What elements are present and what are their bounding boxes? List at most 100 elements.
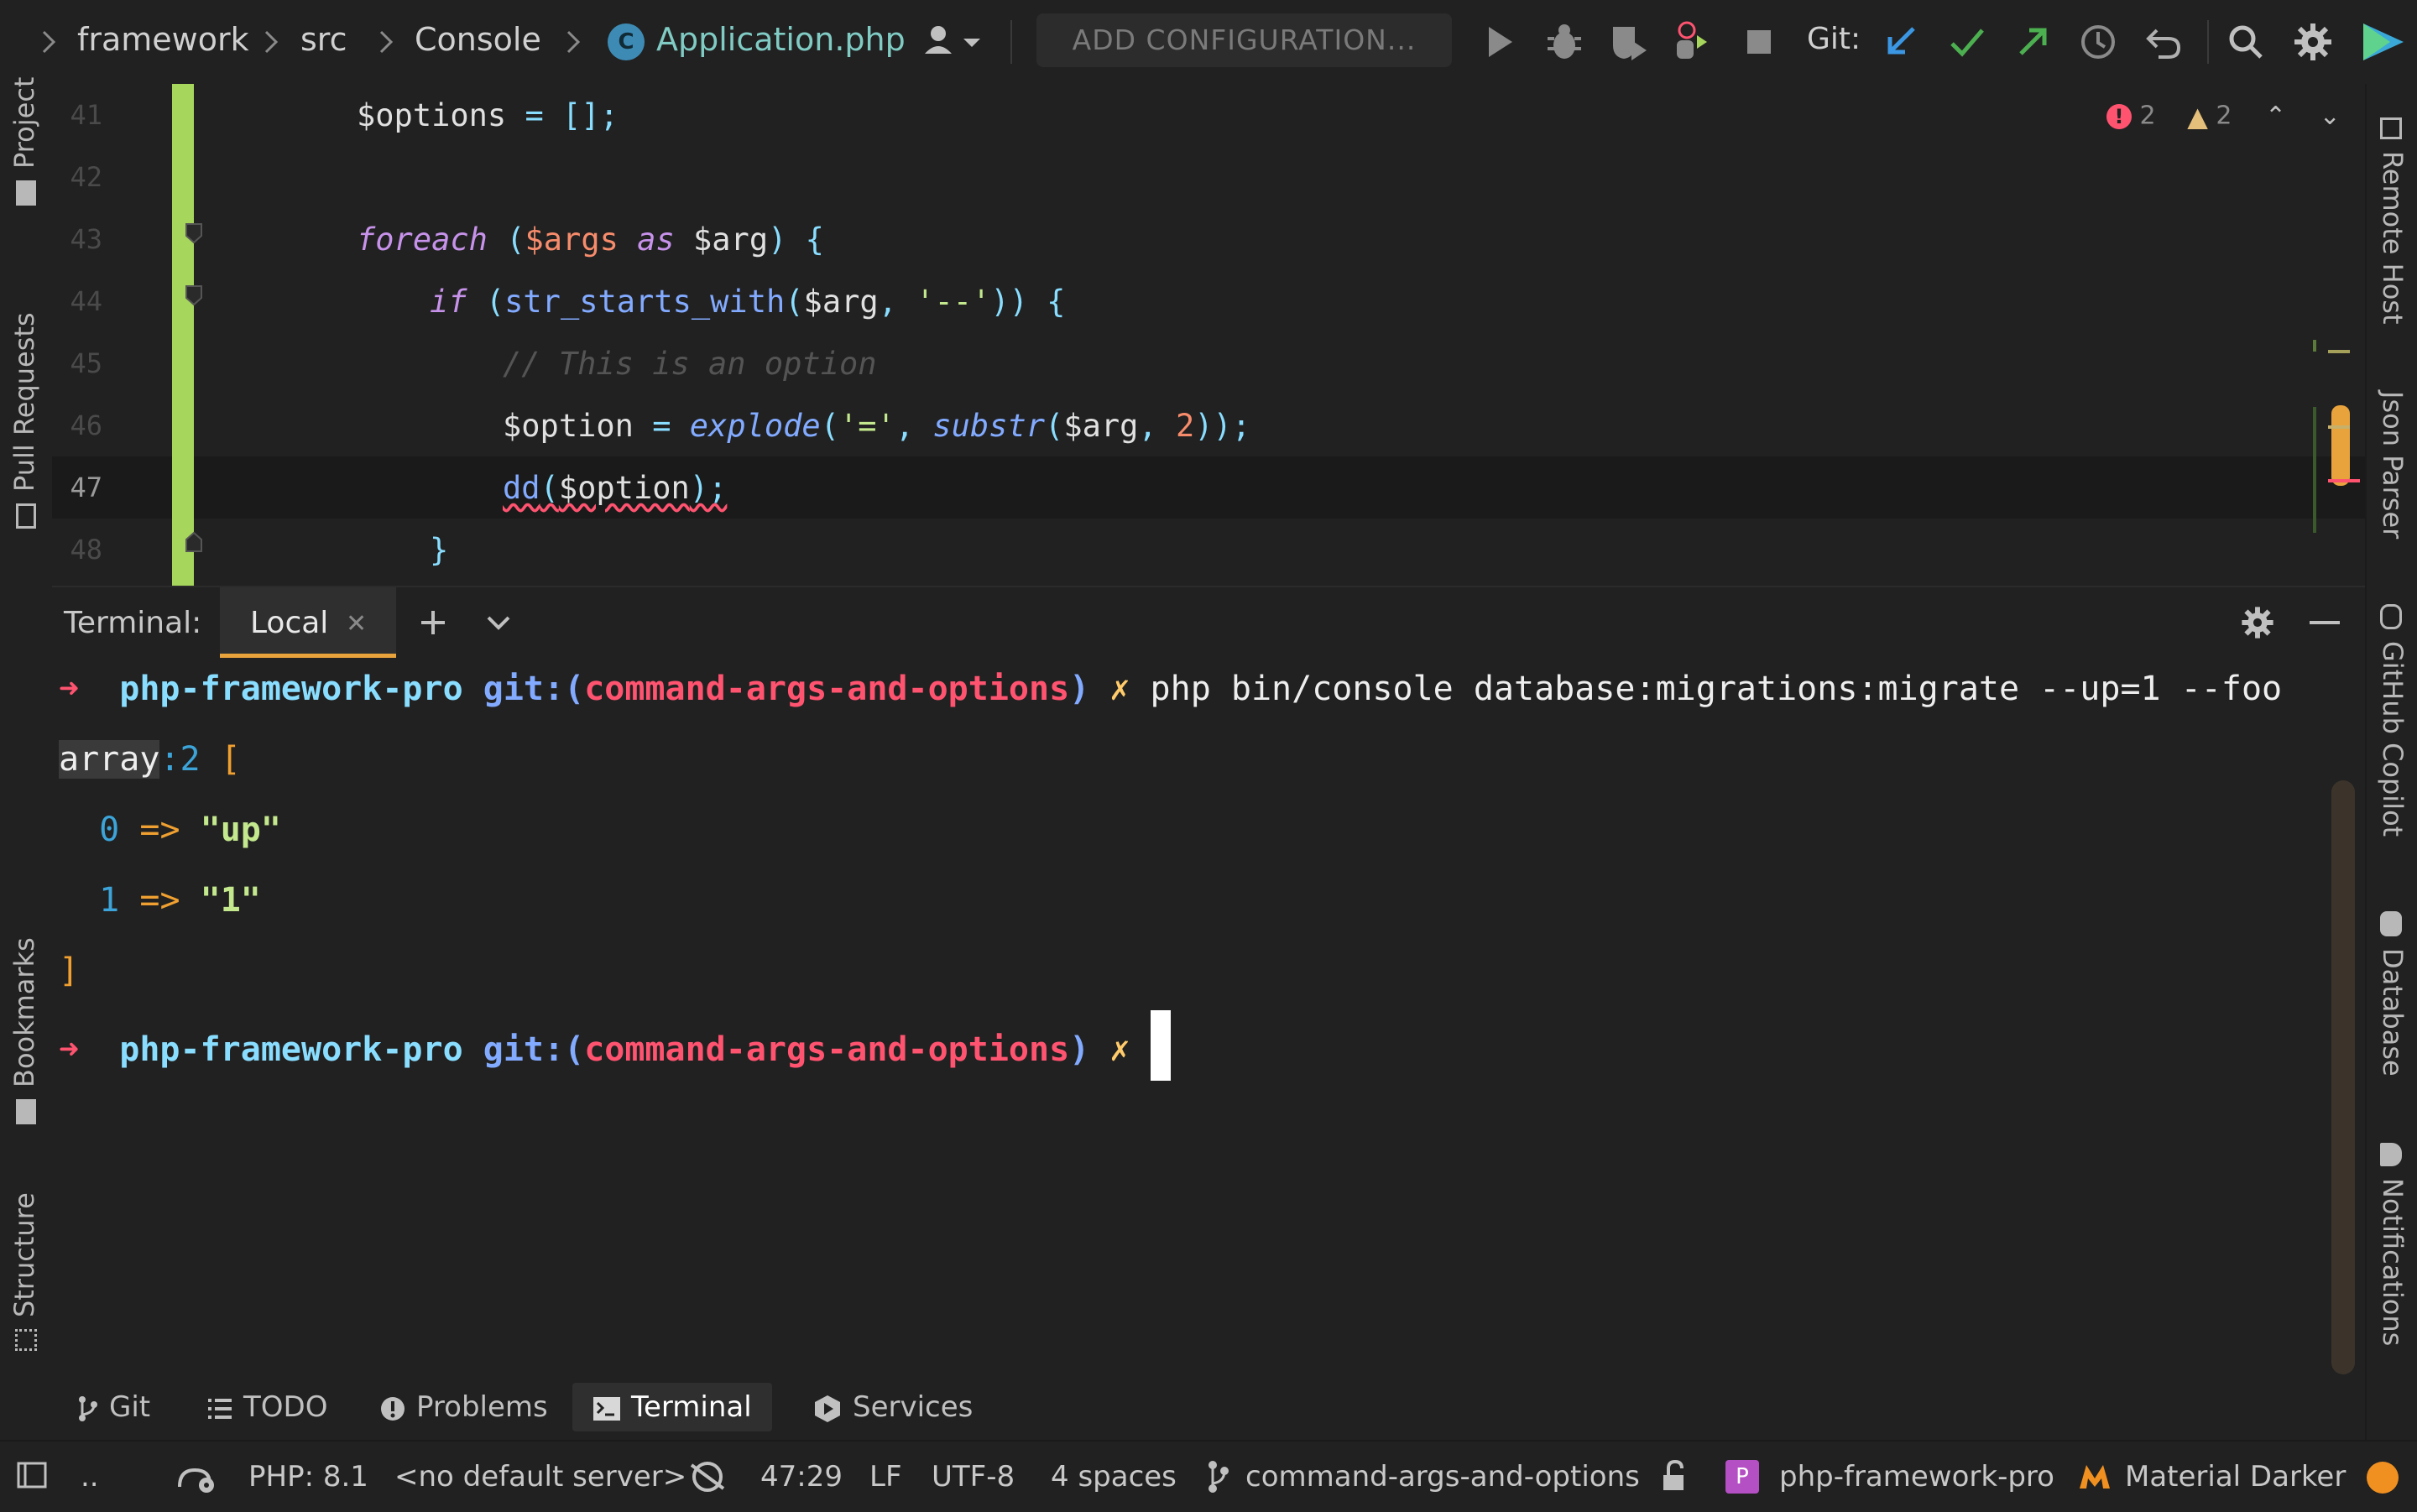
editor-scroll-markers[interactable] [2310,331,2360,541]
terminal-scrollbar[interactable] [2331,780,2355,1374]
rollback-icon[interactable] [2142,20,2185,64]
tool-tab-database[interactable]: Database [2377,911,2409,1077]
code-line: 48 } [52,519,2365,581]
fold-icon[interactable] [185,284,203,306]
tool-tab-git[interactable]: Git [76,1383,150,1431]
status-indent[interactable]: 4 spaces [1051,1460,1177,1494]
status-encoding[interactable]: UTF-8 [932,1460,1015,1494]
status-ellipsis[interactable]: .. [81,1460,99,1494]
chevron-down-icon[interactable]: ⌄ [2320,102,2341,131]
vcs-change-marker[interactable] [172,84,194,586]
tool-tab-label: Project [8,76,40,169]
structure-icon [15,1329,37,1351]
debug-icon[interactable] [1543,20,1586,64]
tool-tab-remote-host[interactable]: Remote Host [2377,117,2409,325]
dump-bracket: ] [59,952,80,990]
fold-icon[interactable] [185,222,203,244]
user-dropdown-icon[interactable] [920,20,987,64]
git-update-icon[interactable] [1880,20,1924,64]
tool-tab-label: Services [853,1390,974,1424]
status-theme[interactable]: Material Darker [2125,1460,2346,1494]
dump-value: "up" [200,811,281,849]
chevron-down-icon[interactable] [482,606,515,639]
git-push-icon[interactable] [2011,20,2054,64]
tool-tab-pull-requests[interactable]: Pull Requests [8,312,40,529]
breadcrumb-framework[interactable]: framework [77,21,249,58]
status-php-version[interactable]: PHP: 8.1 [248,1460,368,1494]
services-icon [815,1395,840,1422]
line-number: 46 [70,409,102,441]
navigation-bar: framework src Console C Application.php … [0,0,2417,86]
fold-icon[interactable] [185,531,203,553]
chevron-right-icon [566,30,581,54]
prompt-directory: php-framework-pro [119,670,463,708]
status-cursor-position[interactable]: 47:29 [760,1460,843,1494]
line-number: 47 [70,472,102,503]
terminal-header: Terminal: Local ✕ [52,586,2365,660]
history-icon[interactable] [2076,20,2120,64]
minimize-icon[interactable] [2306,606,2343,639]
code-line-current: 47 dd($option); [52,456,2365,519]
project-badge: P [1725,1460,1759,1494]
tool-tab-problems[interactable]: Problems [379,1383,548,1431]
terminal-output[interactable]: ➜ php-framework-pro git:(command-args-an… [52,658,2318,1371]
git-branch-icon [79,1395,97,1421]
status-server[interactable]: <no default server> [394,1460,686,1494]
tool-tab-bookmarks[interactable]: Bookmarks [8,937,40,1124]
line-number: 45 [70,347,102,379]
settings-gear-icon[interactable] [2239,604,2276,641]
dump-arrow: => [139,881,180,920]
code-line: 42 [52,146,2365,208]
breadcrumb-file[interactable]: Application.php [656,21,906,58]
profile-icon[interactable] [1670,20,1714,64]
php-class-icon: C [608,23,645,60]
settings-gear-icon[interactable] [2291,20,2335,64]
terminal-command: php bin/console database:migrations:migr… [1150,670,2283,708]
prompt-directory: php-framework-pro [119,1030,463,1069]
terminal-tab-local[interactable]: Local ✕ [220,587,396,658]
add-configuration-button[interactable]: ADD CONFIGURATION... [1036,13,1452,67]
status-project[interactable]: php-framework-pro [1779,1460,2054,1494]
bottom-tool-tabs: Git TODO Problems Terminal Services [52,1376,2365,1440]
no-remote-icon[interactable] [686,1458,728,1495]
git-commit-icon[interactable] [1945,20,1989,64]
line-number: 48 [70,534,102,566]
status-git-branch[interactable]: command-args-and-options [1245,1460,1640,1494]
chevron-up-icon[interactable]: ⌃ [2265,102,2286,131]
tool-tab-project[interactable]: Project [8,77,40,206]
run-icon[interactable] [1477,20,1521,64]
code-with-me-icon[interactable] [2357,20,2410,64]
stop-icon[interactable] [1737,20,1781,64]
error-icon: ! [2106,104,2132,129]
tool-tab-structure[interactable]: Structure [8,1192,40,1351]
database-icon [2380,911,2402,936]
tool-tab-json-parser[interactable]: Json Parser [2377,391,2409,539]
prompt-arrow: ➜ [59,1030,80,1069]
tool-tab-notifications[interactable]: Notifications [2377,1143,2409,1346]
code-editor[interactable]: 41 $options = []; 42 43 foreach ($args a… [52,84,2365,586]
chevron-right-icon [264,30,279,54]
tool-tab-github-copilot[interactable]: GitHub Copilot [2377,604,2409,837]
prompt-branch: command-args-and-options [584,670,1070,708]
inspection-widget[interactable]: ! 2 ▲ 2 ⌃ ⌄ [2106,101,2341,133]
pull-request-icon [16,503,36,529]
plus-icon[interactable] [416,606,450,639]
breadcrumb-src[interactable]: src [300,21,347,58]
close-icon[interactable]: ✕ [346,609,367,639]
chevron-right-icon [379,30,394,54]
tool-tab-terminal[interactable]: Terminal [572,1383,772,1431]
prompt-dirty-marker: ✗ [1109,670,1130,708]
terminal-icon [593,1396,620,1421]
warning-icon: ▲ [2187,101,2208,133]
coverage-icon[interactable] [1606,20,1650,64]
toggle-tool-windows-icon[interactable] [15,1458,49,1492]
status-indicator[interactable] [2367,1462,2399,1494]
tool-tab-services[interactable]: Services [812,1383,973,1431]
breadcrumb-console[interactable]: Console [415,21,541,58]
tool-tab-todo[interactable]: TODO [206,1383,327,1431]
code-comment: // This is an option [503,346,877,382]
php-settings-icon[interactable] [176,1458,220,1495]
search-icon[interactable] [2224,20,2268,64]
unlock-icon[interactable] [1658,1458,1689,1495]
status-line-separator[interactable]: LF [869,1460,902,1494]
